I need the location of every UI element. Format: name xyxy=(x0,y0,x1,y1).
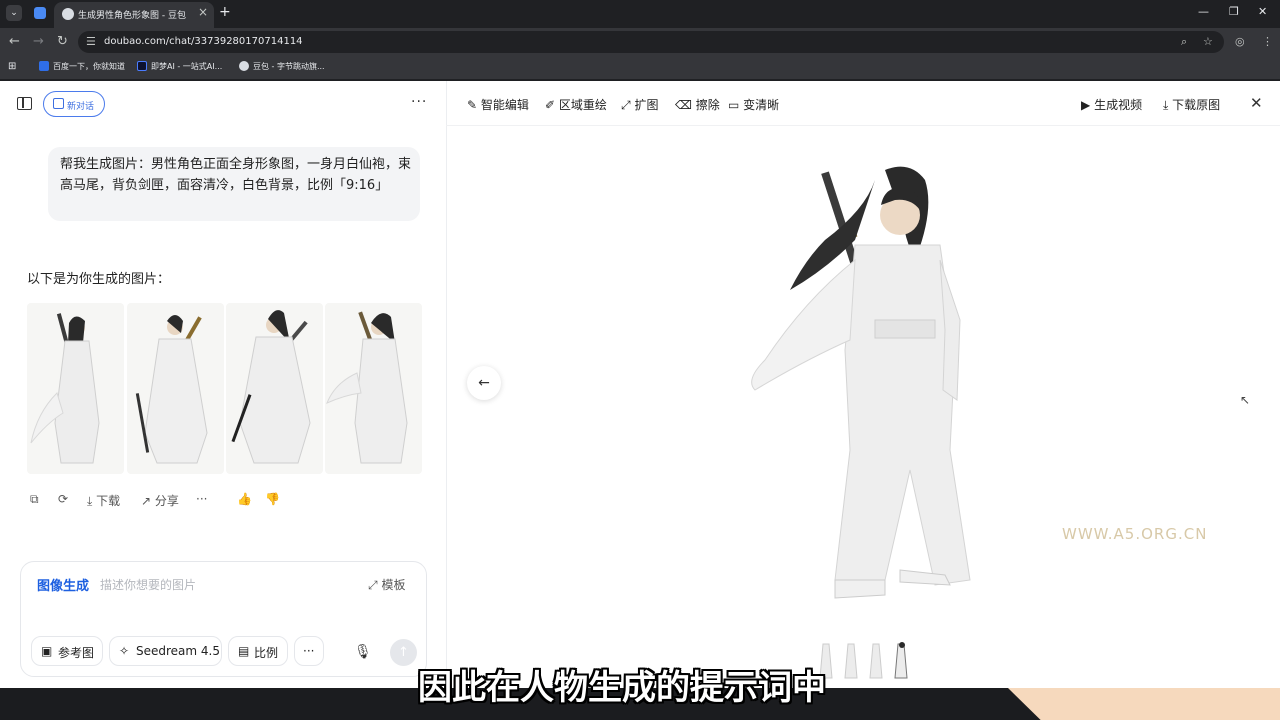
download-label: 下载 xyxy=(96,494,121,508)
video-subtitle: 因此在人物生成的提示词中 xyxy=(418,668,826,708)
url-text[interactable]: doubao.com/chat/33739280170714114 xyxy=(104,36,303,47)
image-generation-mode[interactable]: 图像生成 xyxy=(37,575,89,594)
main-generated-image xyxy=(735,150,1005,610)
prompt-input[interactable]: 描述你想要的图片 xyxy=(100,576,196,593)
decorative-corner xyxy=(1008,688,1280,720)
mic-icon[interactable]: 🎙 xyxy=(354,644,372,660)
enhance-label: 变清晰 xyxy=(743,98,780,112)
new-tab-icon[interactable]: + xyxy=(219,4,231,20)
ratio-button[interactable]: ▤ 比例 xyxy=(228,636,288,666)
share-icon: ↗ xyxy=(141,494,152,508)
window-close-icon[interactable]: ✕ xyxy=(1258,5,1267,18)
edit-icon xyxy=(53,98,64,109)
tab-title: 生成男性角色形象图 - 豆包 xyxy=(78,11,186,21)
video-icon: ▶ xyxy=(1081,98,1091,112)
watermark: WWW.A5.ORG.CN xyxy=(1062,525,1208,543)
generate-video-button[interactable]: ▶ 生成视频 xyxy=(1081,96,1142,113)
browser-tab-bar: ⌄ 生成男性角色形象图 - 豆包 × + — ❐ ✕ xyxy=(0,0,1280,28)
close-icon[interactable]: ✕ xyxy=(1250,94,1263,112)
copy-icon[interactable]: ⧉ xyxy=(30,492,39,507)
reload-icon[interactable]: ↻ xyxy=(57,34,68,49)
doubao-icon xyxy=(239,61,249,71)
mini-thumbnail-4[interactable] xyxy=(893,640,909,680)
apps-icon[interactable]: ⊞ xyxy=(8,61,16,72)
sparkle-icon: ✧ xyxy=(119,644,130,658)
region-redraw-button[interactable]: ✐ 区域重绘 xyxy=(545,96,607,113)
generated-image-2[interactable] xyxy=(127,303,224,474)
download-button[interactable]: ⤓ 下载 xyxy=(87,492,120,509)
new-chat-button[interactable]: 新对话 xyxy=(43,91,105,117)
smart-edit-label: 智能编辑 xyxy=(480,98,529,112)
bookmark-doubao[interactable]: 豆包 - 字节跳动旗... xyxy=(253,61,325,72)
more-options-button[interactable]: ··· xyxy=(294,636,324,666)
reference-image-label: 参考图 xyxy=(58,646,95,660)
mini-thumbnail-2[interactable] xyxy=(843,640,859,680)
sidebar-icon[interactable] xyxy=(17,97,32,110)
bookmark-star-icon[interactable]: ☆ xyxy=(1203,35,1213,48)
pinned-tab-icon[interactable] xyxy=(34,7,46,19)
more-icon[interactable]: ··· xyxy=(411,94,427,110)
thumbs-down-icon[interactable]: 👎 xyxy=(265,492,280,506)
download-original-button[interactable]: ⤓ 下载原图 xyxy=(1163,96,1220,113)
thumbs-up-icon[interactable]: 👍 xyxy=(237,492,252,506)
doubao-favicon-icon xyxy=(62,8,74,20)
back-icon[interactable]: ← xyxy=(9,34,20,49)
restore-icon[interactable]: ❐ xyxy=(1229,5,1239,18)
profile-icon[interactable]: ◎ xyxy=(1235,35,1245,48)
forward-icon[interactable]: → xyxy=(33,34,44,49)
share-label: 分享 xyxy=(154,494,179,508)
mini-thumbnail-3[interactable] xyxy=(868,640,884,680)
new-chat-label: 新对话 xyxy=(67,102,95,112)
template-button[interactable]: ⤢ 模板 xyxy=(368,576,405,593)
model-select-button[interactable]: ✧ Seedream 4.5 xyxy=(109,636,222,666)
reference-image-button[interactable]: ▣ 参考图 xyxy=(31,636,103,666)
refresh-icon[interactable]: ⟳ xyxy=(58,492,68,506)
tab-search-icon[interactable]: ⌄ xyxy=(6,5,22,21)
bookmark-jimeng[interactable]: 即梦AI - 一站式AI... xyxy=(151,61,222,72)
model-label: Seedream 4.5 xyxy=(136,644,220,658)
download-original-icon: ⤓ xyxy=(1163,98,1169,112)
generated-image-4[interactable] xyxy=(325,303,422,474)
baidu-icon xyxy=(39,61,49,71)
tab-close-icon[interactable]: × xyxy=(198,5,208,19)
smart-edit-button[interactable]: ✎ 智能编辑 xyxy=(467,96,529,113)
active-tab[interactable]: 生成男性角色形象图 - 豆包 × xyxy=(54,2,214,28)
brush-icon: ✐ xyxy=(545,98,556,112)
share-button[interactable]: ↗ 分享 xyxy=(141,492,179,509)
bookmark-baidu[interactable]: 百度一下，你就知道 xyxy=(53,61,125,72)
more-options-icon: ··· xyxy=(303,644,315,658)
erase-button[interactable]: ⌫ 擦除 xyxy=(675,96,720,113)
arrow-left-icon[interactable]: ← xyxy=(467,366,501,400)
wand-icon: ✎ xyxy=(467,98,478,112)
user-prompt: 帮我生成图片：男性角色正面全身形象图，一身月白仙袍，束高马尾，背负剑匣，面容清冷… xyxy=(60,157,412,193)
ratio-label: 比例 xyxy=(254,646,279,660)
more-actions-icon[interactable]: ··· xyxy=(196,492,207,506)
minimize-icon[interactable]: — xyxy=(1198,5,1209,18)
generate-video-label: 生成视频 xyxy=(1094,98,1143,112)
jimeng-icon xyxy=(137,61,147,71)
hd-icon: ▭ xyxy=(728,98,740,112)
assistant-reply: 以下是为你生成的图片： xyxy=(27,272,171,287)
expand-icon: ⤢ xyxy=(368,578,378,592)
image-icon: ▣ xyxy=(41,644,53,658)
enhance-button[interactable]: ▭ 变清晰 xyxy=(728,96,779,113)
send-icon[interactable]: ↑ xyxy=(390,639,417,666)
generated-image-3[interactable] xyxy=(226,303,323,474)
mouse-cursor-icon: ↖ xyxy=(1240,393,1251,407)
zoom-icon[interactable]: ⌕ xyxy=(1181,35,1187,49)
download-icon: ⤓ xyxy=(87,494,93,508)
menu-icon[interactable]: ⋮ xyxy=(1262,35,1273,48)
erase-label: 擦除 xyxy=(695,98,720,112)
ratio-icon: ▤ xyxy=(238,644,250,658)
template-label: 模板 xyxy=(381,578,406,592)
region-redraw-label: 区域重绘 xyxy=(558,98,607,112)
eraser-icon: ⌫ xyxy=(675,98,692,112)
expand-image-button[interactable]: ⤢ 扩图 xyxy=(621,96,658,113)
generated-image-1[interactable] xyxy=(27,303,124,474)
expand-image-icon: ⤢ xyxy=(621,98,631,112)
download-original-label: 下载原图 xyxy=(1172,98,1221,112)
expand-image-label: 扩图 xyxy=(634,98,659,112)
site-info-icon[interactable]: ☰ xyxy=(86,35,96,48)
